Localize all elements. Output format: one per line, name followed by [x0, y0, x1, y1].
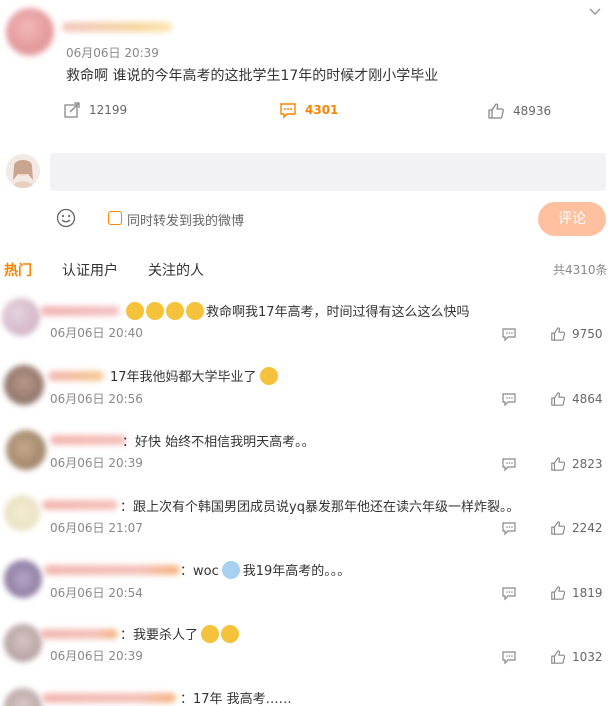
forward-label: 同时转发到我的微博 — [127, 214, 245, 229]
avatar[interactable] — [4, 688, 42, 706]
comment-like-button[interactable]: 1819 — [550, 585, 603, 601]
comment-item: 救命啊我17年高考，时间过得有这么这么快吗 06月06日 20:40 9750 — [0, 292, 615, 352]
comment-item: ：好快 始终不相信我明天高考。。 06月06日 20:39 2823 — [0, 422, 615, 482]
thumbs-up-icon — [551, 586, 566, 600]
username[interactable] — [42, 500, 118, 510]
thumbs-up-icon — [551, 521, 566, 535]
smile-emoji-icon — [259, 367, 278, 385]
avatar[interactable] — [4, 624, 42, 662]
repost-icon — [64, 102, 80, 118]
username[interactable] — [44, 565, 180, 575]
thumbs-up-icon — [551, 650, 566, 664]
reply-icon[interactable] — [501, 649, 517, 665]
comment-input[interactable] — [50, 153, 606, 191]
comment-time: 06月06日 20:56 — [50, 392, 143, 406]
reply-icon[interactable] — [501, 391, 517, 407]
comment-like-count: 2242 — [572, 521, 603, 535]
comment-time: 06月06日 20:39 — [50, 649, 143, 663]
current-user-avatar — [6, 154, 40, 188]
comment-text-line: 救命啊我17年高考，时间过得有这么这么快吗 — [126, 301, 470, 320]
comment-like-button[interactable]: 4864 — [550, 391, 603, 407]
comment-text-line: 17年我他妈都大学毕业了 — [110, 366, 280, 385]
comment-text: 17年我他妈都大学毕业了 — [110, 370, 257, 385]
thumbs-up-icon — [551, 327, 566, 341]
avatar[interactable] — [4, 560, 42, 598]
reply-icon[interactable] — [501, 326, 517, 342]
comment-like-button[interactable]: 9750 — [550, 326, 603, 342]
thumbs-up-icon — [551, 457, 566, 471]
comment-text: ：17年 我高考…… — [180, 692, 292, 706]
reply-icon[interactable] — [501, 585, 517, 601]
post-author-name[interactable] — [62, 22, 172, 32]
like-count: 48936 — [513, 104, 552, 118]
comment-like-count: 4864 — [572, 392, 603, 406]
reply-icon[interactable] — [501, 520, 517, 536]
comment-text-line: ：woc 我19年高考的。。。 — [180, 560, 350, 579]
tab-following[interactable]: 关注的人 — [148, 260, 204, 280]
username[interactable] — [40, 629, 118, 639]
thumbs-up-icon — [551, 392, 566, 406]
comment-item: ：我要杀人了 06月06日 20:39 1032 — [0, 616, 615, 676]
comment-time: 06月06日 20:40 — [50, 326, 143, 340]
repost-button[interactable]: 12199 — [63, 101, 127, 119]
comment-item: ：17年 我高考…… — [0, 680, 615, 706]
tab-hot[interactable]: 热门 — [4, 260, 32, 280]
shocked-emoji-icon — [166, 302, 184, 320]
comment-item: 17年我他妈都大学毕业了 06月06日 20:56 4864 — [0, 357, 615, 417]
comment-total: 共4310条 — [553, 263, 608, 277]
comment-count: 4301 — [305, 103, 339, 117]
comment-item: ：跟上次有个韩国男团成员说yq暴发那年他还在读六年级一样炸裂。。 06月06日 … — [0, 487, 615, 547]
comment-like-count: 9750 — [572, 327, 603, 341]
comment-like-button[interactable]: 2823 — [550, 456, 603, 472]
username[interactable] — [50, 435, 126, 445]
reply-icon[interactable] — [501, 456, 517, 472]
crying-emoji-icon — [221, 625, 240, 643]
post-text: 救命啊 谁说的今年高考的这批学生17年的时候才刚小学毕业 — [66, 68, 439, 84]
comment-like-count: 2823 — [572, 457, 603, 471]
comment-like-button[interactable]: 2242 — [550, 520, 603, 536]
comment-text: ：好快 始终不相信我明天高考。。 — [122, 435, 315, 450]
like-button[interactable]: 48936 — [487, 102, 551, 120]
chevron-down-icon[interactable] — [589, 6, 601, 18]
comment-text: 我19年高考的。。。 — [242, 564, 351, 579]
comment-text: ：woc — [180, 564, 219, 579]
comment-item: ：woc 我19年高考的。。。 06月06日 20:54 1819 — [0, 552, 615, 612]
repost-count: 12199 — [89, 103, 128, 117]
comment-like-count: 1819 — [572, 586, 603, 600]
avatar[interactable] — [4, 365, 44, 405]
emoji-icon[interactable] — [56, 208, 76, 228]
avatar[interactable] — [4, 495, 40, 531]
avatar[interactable] — [2, 298, 40, 336]
shocked-emoji-icon — [126, 302, 144, 320]
comment-icon — [280, 103, 296, 119]
username[interactable] — [42, 693, 176, 703]
comment-time: 06月06日 21:07 — [50, 521, 143, 535]
avatar[interactable] — [6, 430, 46, 470]
shocked-emoji-icon — [146, 302, 164, 320]
comment-time: 06月06日 20:39 — [50, 456, 143, 470]
comment-text: ：我要杀人了 — [120, 628, 199, 643]
comment-button[interactable]: 4301 — [279, 101, 338, 119]
comment-like-count: 1032 — [572, 650, 603, 664]
shocked-emoji-icon — [186, 302, 204, 320]
post-time: 06月06日 20:39 — [66, 46, 159, 60]
submit-comment-button[interactable]: 评论 — [538, 202, 606, 236]
tab-verified-users[interactable]: 认证用户 — [62, 260, 118, 280]
crying-emoji-icon — [201, 625, 220, 643]
face-emoji-icon — [221, 561, 240, 579]
comment-text-line: ：我要杀人了 — [120, 624, 241, 643]
username[interactable] — [40, 306, 120, 316]
thumbs-up-icon — [488, 103, 504, 119]
username[interactable] — [48, 371, 104, 381]
comment-text: ：跟上次有个韩国男团成员说yq暴发那年他还在读六年级一样炸裂。。 — [120, 500, 520, 515]
comment-time: 06月06日 20:54 — [50, 586, 143, 600]
forward-checkbox[interactable] — [108, 211, 122, 225]
post-author-avatar[interactable] — [6, 8, 54, 56]
comment-like-button[interactable]: 1032 — [550, 649, 603, 665]
comment-text: 救命啊我17年高考，时间过得有这么这么快吗 — [206, 305, 470, 320]
